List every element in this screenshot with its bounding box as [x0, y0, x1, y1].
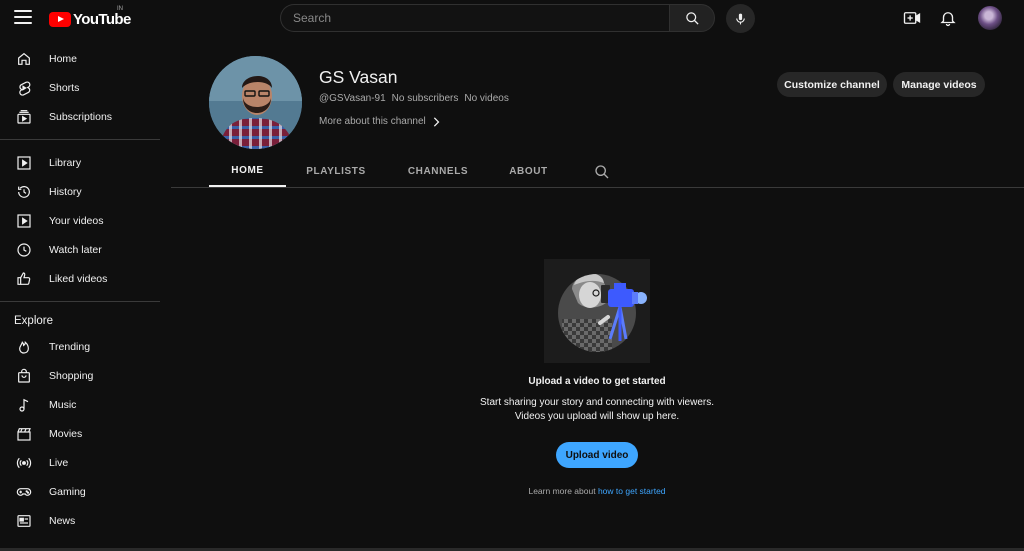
tab-channels[interactable]: CHANNELS — [398, 156, 478, 187]
upload-video-button[interactable]: Upload video — [556, 442, 638, 468]
tab-playlists[interactable]: PLAYLISTS — [298, 156, 374, 187]
channel-handle: @GSVasan-91 — [319, 93, 386, 104]
tab-home[interactable]: HOME — [209, 156, 286, 187]
sidebar-item-trending[interactable]: Trending — [0, 332, 160, 361]
search-icon — [685, 11, 699, 25]
sidebar-item-home[interactable]: Home — [0, 44, 160, 73]
country-code: IN — [117, 6, 123, 12]
sidebar-item-liked-videos[interactable]: Liked videos — [0, 264, 160, 293]
sidebar-item-label: Watch later — [49, 243, 102, 256]
account-avatar[interactable] — [978, 6, 1002, 30]
sidebar-item-watch-later[interactable]: Watch later — [0, 235, 160, 264]
sidebar-item-label: Shopping — [49, 369, 94, 382]
sidebar-item-shopping[interactable]: Shopping — [0, 361, 160, 390]
sidebar-item-movies[interactable]: Movies — [0, 419, 160, 448]
tab-about[interactable]: ABOUT — [501, 156, 556, 187]
chevron-right-icon — [433, 116, 440, 127]
channel-avatar-image — [209, 56, 302, 149]
channel-name: GS Vasan — [319, 67, 398, 87]
notifications-button[interactable] — [939, 9, 957, 27]
channel-tabs: HOME PLAYLISTS CHANNELS ABOUT — [171, 156, 1024, 188]
your-videos-icon — [17, 213, 31, 228]
sidebar-item-live[interactable]: Live — [0, 448, 160, 477]
channel-avatar — [209, 56, 302, 149]
sidebar-item-label: Library — [49, 156, 82, 169]
hamburger-icon[interactable] — [14, 10, 32, 26]
sidebar-item-label: Subscriptions — [49, 110, 113, 123]
news-icon — [17, 514, 31, 527]
sidebar-divider — [0, 301, 160, 302]
subscriber-count: No subscribers — [391, 93, 459, 104]
search-icon[interactable] — [594, 164, 610, 180]
watch-later-icon — [17, 242, 31, 257]
empty-state-title: Upload a video to get started — [528, 376, 666, 387]
sidebar-item-shorts[interactable]: Shorts — [0, 73, 160, 102]
top-bar: YouTube IN — [0, 0, 1024, 36]
manage-videos-button[interactable]: Manage videos — [893, 72, 985, 97]
sidebar-divider — [0, 139, 160, 140]
history-icon — [18, 185, 30, 198]
video-count: No videos — [464, 93, 509, 104]
sidebar-item-label: Liked videos — [49, 272, 108, 285]
channel-meta: @GSVasan-91 No subscribers No videos — [319, 93, 509, 104]
like-icon — [17, 271, 31, 285]
sidebar-item-news[interactable]: News — [0, 506, 160, 535]
voice-search-button[interactable] — [726, 4, 755, 33]
customize-channel-button[interactable]: Customize channel — [777, 72, 887, 97]
sidebar-item-label: Home — [49, 52, 78, 65]
home-icon — [18, 52, 30, 65]
gaming-icon — [16, 487, 32, 496]
search-input[interactable] — [280, 4, 669, 32]
sidebar-item-library[interactable]: Library — [0, 148, 160, 177]
more-about-label: More about this channel — [319, 116, 426, 127]
trending-icon — [19, 340, 29, 354]
learn-more-prefix: Learn more about — [528, 486, 596, 496]
sidebar-item-gaming[interactable]: Gaming — [0, 477, 160, 506]
shorts-icon — [19, 80, 31, 96]
youtube-play-icon — [49, 11, 71, 27]
create-video-icon — [903, 12, 921, 24]
sidebar-item-history[interactable]: History — [0, 177, 160, 206]
shopping-bag-icon — [18, 368, 30, 383]
sidebar-item-music[interactable]: Music — [0, 390, 160, 419]
sidebar-item-label: Trending — [49, 340, 91, 353]
search-bar — [280, 4, 715, 32]
sidebar-item-label: Music — [49, 398, 77, 411]
music-note-icon — [19, 398, 29, 412]
bell-icon — [940, 12, 956, 27]
live-icon — [16, 457, 32, 468]
how-to-get-started-link[interactable]: how to get started — [598, 486, 666, 496]
empty-state-body: Start sharing your story and connecting … — [480, 397, 714, 422]
subscriptions-icon — [17, 109, 31, 124]
sidebar-item-label: Shorts — [49, 81, 80, 94]
sidebar-item-label: Gaming — [49, 485, 86, 498]
youtube-logo[interactable]: YouTube IN — [49, 6, 131, 29]
sidebar-item-subscriptions[interactable]: Subscriptions — [0, 102, 160, 131]
library-icon — [17, 155, 31, 170]
sidebar-item-label: News — [49, 514, 76, 527]
sidebar-item-label: History — [49, 185, 82, 198]
create-button[interactable] — [903, 9, 921, 27]
camera-person-illustration — [558, 274, 647, 352]
explore-heading: Explore — [14, 315, 53, 327]
logo-text: YouTube — [73, 10, 131, 28]
sidebar: Home Shorts Subscriptions Library Histor… — [0, 44, 160, 551]
sidebar-item-label: Live — [49, 456, 69, 469]
movies-icon — [17, 427, 31, 441]
learn-more-text: Learn more about how to get started — [460, 486, 734, 496]
sidebar-item-label: Movies — [49, 427, 83, 440]
microphone-icon — [736, 13, 745, 24]
upload-illustration — [544, 259, 650, 363]
sidebar-item-label: Your videos — [49, 214, 104, 227]
more-about-channel-link[interactable]: More about this channel — [319, 116, 440, 127]
search-button[interactable] — [669, 4, 715, 32]
sidebar-item-your-videos[interactable]: Your videos — [0, 206, 160, 235]
